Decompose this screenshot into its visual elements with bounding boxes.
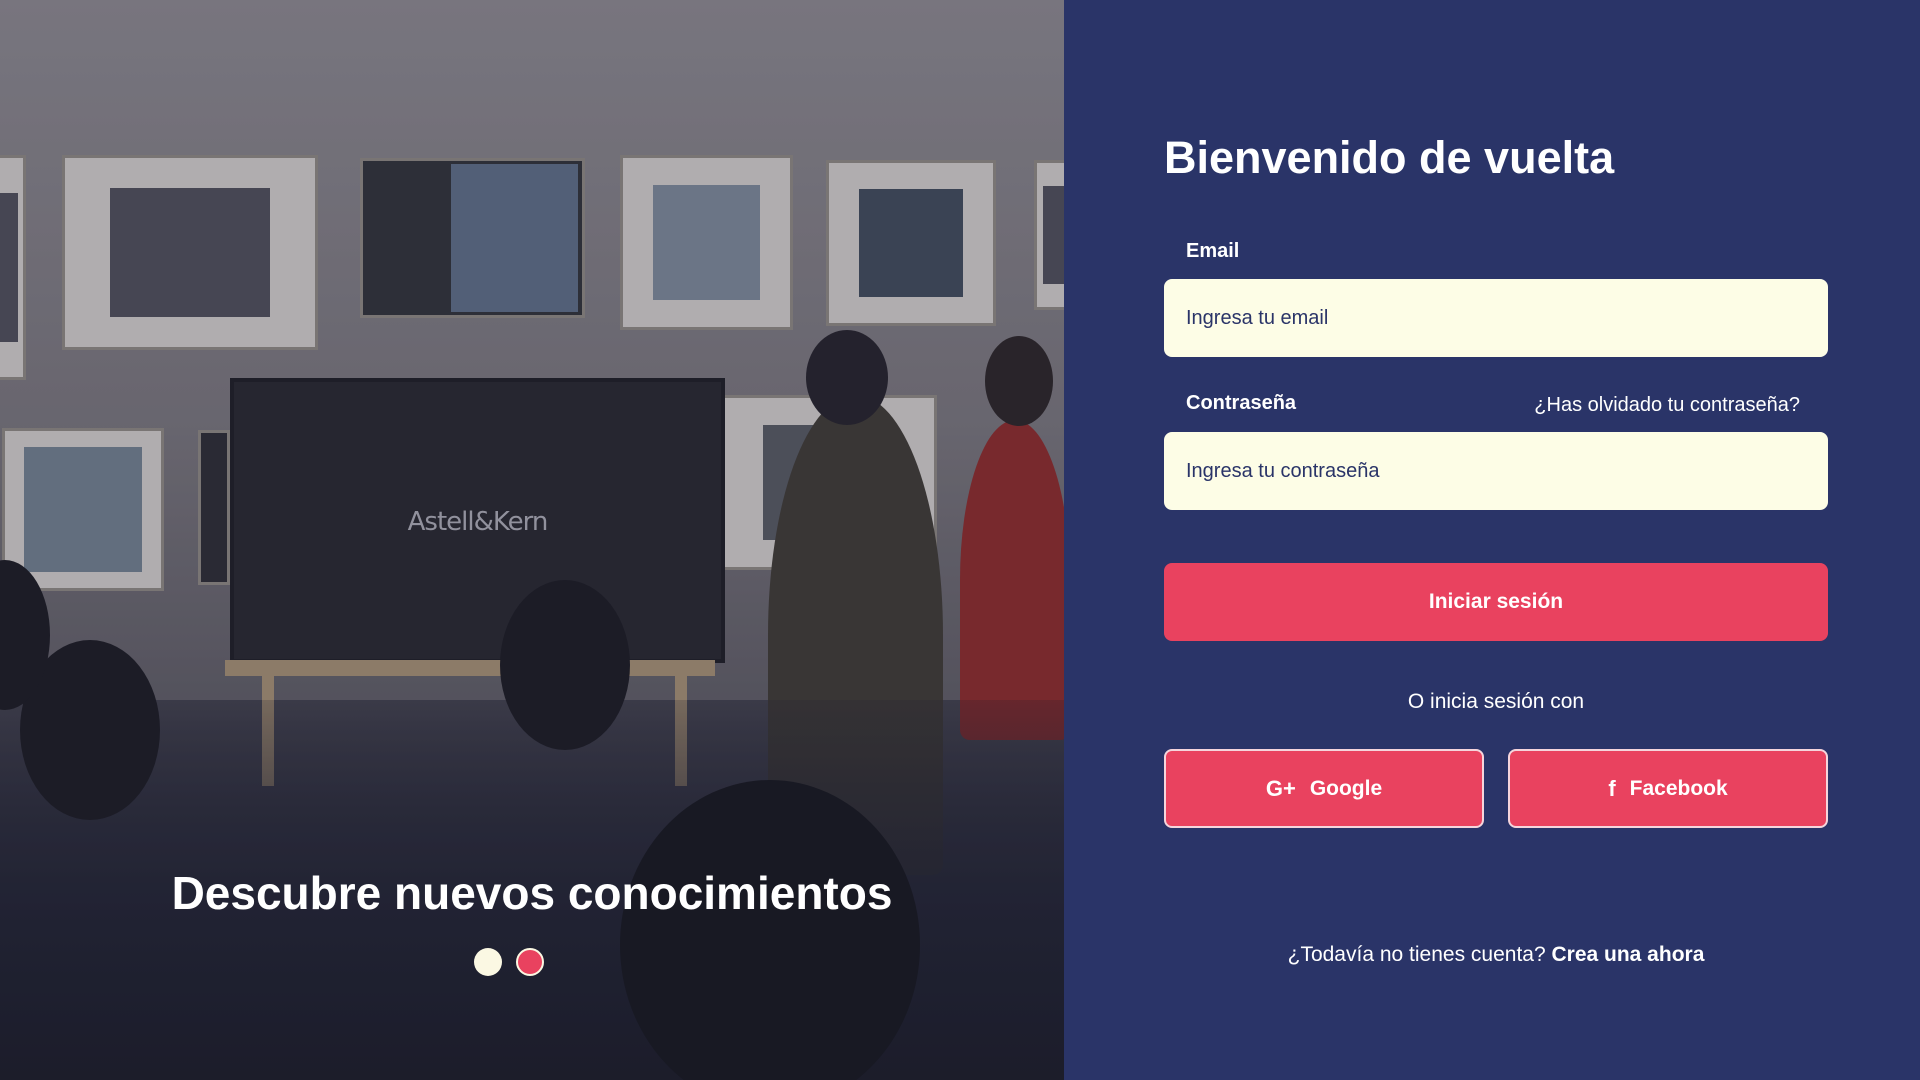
facebook-button-label: Facebook — [1629, 776, 1728, 800]
carousel-dot-2[interactable] — [516, 948, 544, 976]
login-button[interactable]: Iniciar sesión — [1164, 563, 1828, 641]
google-plus-icon: G+ — [1265, 775, 1296, 801]
login-panel: Bienvenido de vuelta Email Contraseña ¿H… — [1064, 0, 1920, 1080]
signup-link[interactable]: Crea una ahora — [1551, 943, 1704, 966]
hero-caption: Descubre nuevos conocimientos — [171, 867, 893, 919]
carousel-dots — [474, 948, 544, 976]
google-button-label: Google — [1309, 776, 1383, 800]
carousel-dot-1[interactable] — [474, 948, 502, 976]
email-label: Email — [1186, 240, 1240, 262]
password-label: Contraseña — [1186, 392, 1297, 414]
google-login-button[interactable]: G+ Google — [1164, 749, 1484, 828]
signup-prompt: ¿Todavía no tienes cuenta? Crea una ahor… — [1164, 943, 1828, 967]
page-title: Bienvenido de vuelta — [1164, 132, 1615, 183]
password-field[interactable] — [1164, 432, 1828, 510]
email-field[interactable] — [1164, 279, 1828, 357]
facebook-login-button[interactable]: f Facebook — [1508, 749, 1828, 828]
signup-prompt-text: ¿Todavía no tienes cuenta? — [1287, 943, 1546, 966]
forgot-password-link[interactable]: ¿Has olvidado tu contraseña? — [1534, 394, 1800, 417]
hero-panel: Astell&Kern Descubre nuevos conocimiento… — [0, 0, 1064, 1080]
social-login-divider-text: O inicia sesión con — [1407, 690, 1585, 713]
facebook-icon: f — [1608, 775, 1616, 801]
